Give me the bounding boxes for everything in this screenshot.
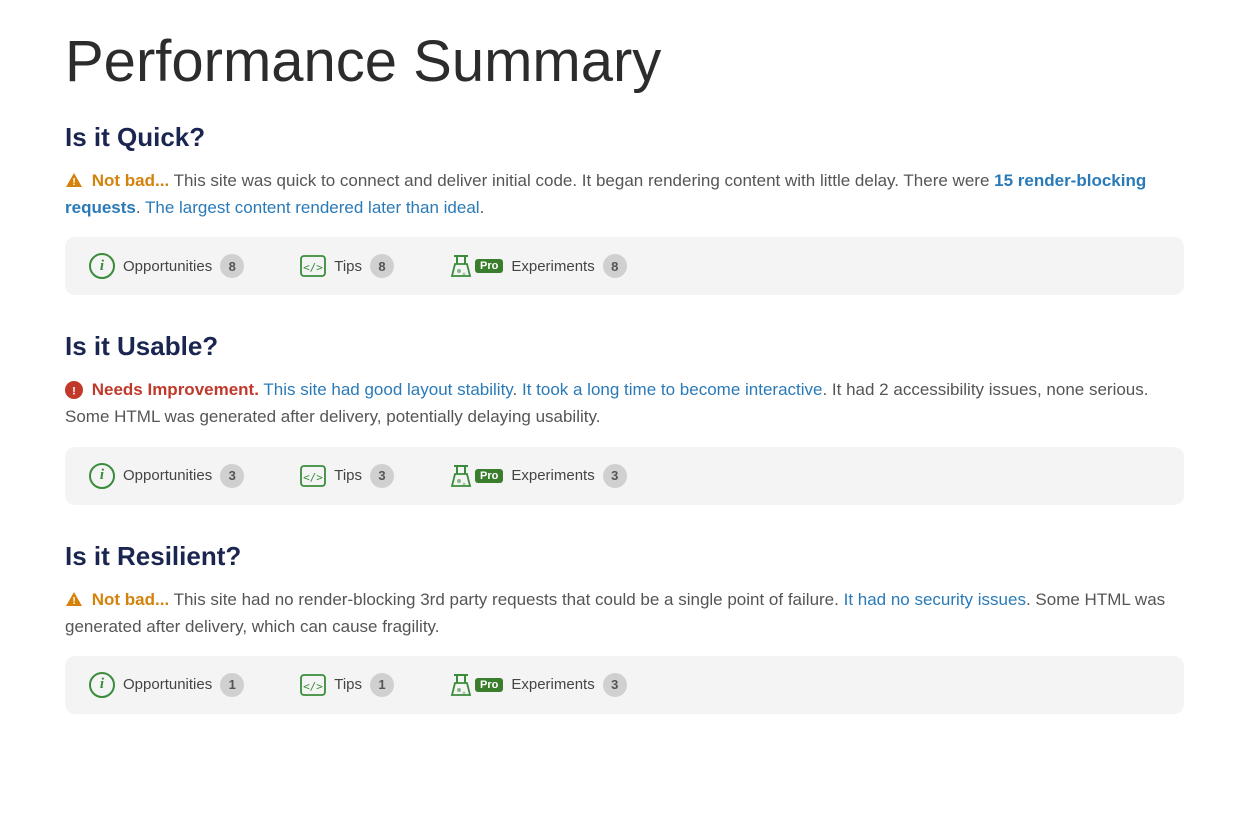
body-link: This site had good layout stability [263,380,512,399]
opportunities-icon: i [89,253,115,279]
opportunities-count: 1 [220,673,244,697]
metric-experiments[interactable]: Pro Experiments 3 [450,673,627,697]
body-link: The largest content rendered later than … [145,198,480,217]
body-text: This site was quick to connect and deliv… [169,171,994,190]
status-icon-resilient: ! [65,586,83,613]
experiments-icon: Pro [450,673,503,697]
opportunities-icon: i [89,672,115,698]
svg-text:!: ! [72,177,75,188]
section-usable: Is it Usable?! Needs Improvement. This s… [65,331,1184,504]
status-icon-quick: ! [65,167,83,194]
opportunities-label: Opportunities [123,467,212,484]
section-body-quick: ! Not bad... This site was quick to conn… [65,167,1184,221]
section-heading-usable: Is it Usable? [65,331,1184,362]
page-title: Performance Summary [65,30,1184,94]
tips-label: Tips [334,676,362,693]
svg-text:</>: </> [303,471,323,484]
section-heading-resilient: Is it Resilient? [65,541,1184,572]
tips-count: 1 [370,673,394,697]
tips-count: 3 [370,464,394,488]
svg-text:</>: </> [303,261,323,274]
metrics-bar-resilient: i Opportunities 1 </> Tips 1 Pro [65,656,1184,714]
pro-badge: Pro [475,259,503,273]
section-resilient: Is it Resilient?! Not bad... This site h… [65,541,1184,714]
section-quick: Is it Quick?! Not bad... This site was q… [65,122,1184,295]
opportunities-label: Opportunities [123,258,212,275]
experiments-count: 8 [603,254,627,278]
status-label-resilient: Not bad... [87,590,169,609]
pro-badge: Pro [475,678,503,692]
body-text: This site had no render-blocking 3rd par… [169,590,843,609]
metric-opportunities[interactable]: i Opportunities 1 [89,672,244,698]
metrics-bar-quick: i Opportunities 8 </> Tips 8 Pro [65,237,1184,295]
section-heading-quick: Is it Quick? [65,122,1184,153]
metric-opportunities[interactable]: i Opportunities 8 [89,253,244,279]
experiments-count: 3 [603,673,627,697]
metric-tips[interactable]: </> Tips 3 [300,464,394,488]
body-text: . [513,380,522,399]
svg-text:</>: </> [303,680,323,693]
opportunities-count: 8 [220,254,244,278]
opportunities-label: Opportunities [123,676,212,693]
pro-badge: Pro [475,469,503,483]
tips-icon: </> [300,674,326,696]
tips-icon: </> [300,255,326,277]
tips-count: 8 [370,254,394,278]
status-label-quick: Not bad... [87,171,169,190]
tips-icon: </> [300,465,326,487]
tips-label: Tips [334,258,362,275]
experiments-count: 3 [603,464,627,488]
metric-tips[interactable]: </> Tips 8 [300,254,394,278]
body-link: It had no security issues [844,590,1026,609]
metric-opportunities[interactable]: i Opportunities 3 [89,463,244,489]
metrics-bar-usable: i Opportunities 3 </> Tips 3 Pro [65,447,1184,505]
section-body-usable: ! Needs Improvement. This site had good … [65,376,1184,430]
body-text: . [480,198,485,217]
tips-label: Tips [334,467,362,484]
opportunities-count: 3 [220,464,244,488]
metric-experiments[interactable]: Pro Experiments 8 [450,254,627,278]
body-link: It took a long time to become interactiv… [522,380,823,399]
experiments-icon: Pro [450,254,503,278]
experiments-label: Experiments [511,258,594,275]
section-body-resilient: ! Not bad... This site had no render-blo… [65,586,1184,640]
status-icon-usable: ! [65,376,83,403]
metric-experiments[interactable]: Pro Experiments 3 [450,464,627,488]
metric-tips[interactable]: </> Tips 1 [300,673,394,697]
svg-text:!: ! [72,385,76,397]
experiments-label: Experiments [511,676,594,693]
experiments-icon: Pro [450,464,503,488]
body-text: . [136,198,145,217]
status-label-usable: Needs Improvement. [87,380,259,399]
experiments-label: Experiments [511,467,594,484]
svg-text:!: ! [72,596,75,607]
opportunities-icon: i [89,463,115,489]
